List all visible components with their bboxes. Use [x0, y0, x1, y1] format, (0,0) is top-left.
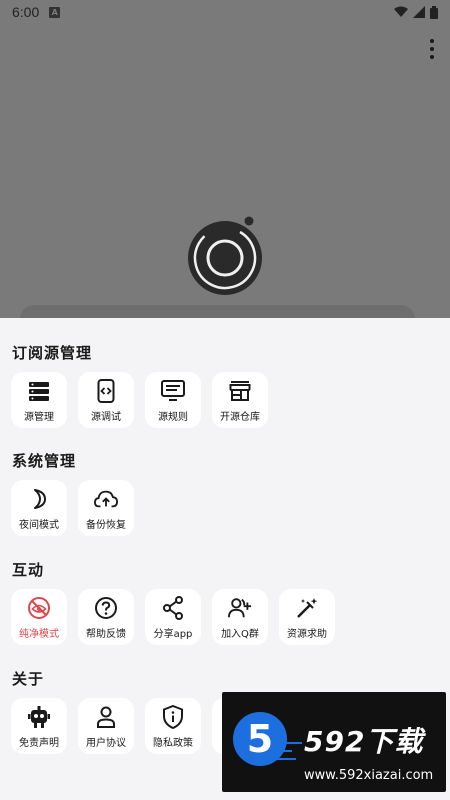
- help-feedback-button[interactable]: 帮助反馈: [78, 589, 134, 645]
- moon-icon: [27, 487, 51, 511]
- card-label: 夜间模式: [19, 520, 59, 531]
- status-time: 6:00: [12, 4, 40, 20]
- card-label: 纯净模式: [19, 629, 59, 640]
- open-source-repo-button[interactable]: 开源仓库: [212, 372, 268, 428]
- watermark-overlay: 5 592下载 www.592xiazai.com: [222, 692, 446, 792]
- night-mode-button[interactable]: 夜间模式: [11, 480, 67, 536]
- share-icon: [161, 596, 185, 620]
- section-title: 系统管理: [12, 452, 77, 470]
- overflow-menu-icon[interactable]: [426, 37, 438, 61]
- pure-mode-button[interactable]: 纯净模式: [11, 589, 67, 645]
- source-manage-button[interactable]: 源管理: [11, 372, 67, 428]
- card-label: 隐私政策: [153, 738, 193, 749]
- card-label: 源管理: [24, 412, 54, 423]
- watermark-brand: 592下载: [304, 725, 424, 758]
- card-label: 源规则: [158, 412, 188, 423]
- watermark-logo: 5: [233, 712, 287, 766]
- privacy-policy-button[interactable]: 隐私政策: [145, 698, 201, 754]
- wifi-icon: [394, 6, 408, 17]
- notification-a-icon: A: [49, 6, 61, 18]
- share-app-button[interactable]: 分享app: [145, 589, 201, 645]
- signal-icon: [413, 6, 425, 18]
- store-icon: [228, 379, 252, 403]
- monitor-rules-icon: [161, 379, 185, 403]
- card-label: 资源求助: [287, 629, 327, 640]
- disclaimer-button[interactable]: 免责声明: [11, 698, 67, 754]
- cloud-upload-icon: [94, 487, 118, 511]
- backup-restore-button[interactable]: 备份恢复: [78, 480, 134, 536]
- person-icon: [94, 705, 118, 729]
- add-user-icon: [228, 596, 252, 620]
- card-label: 帮助反馈: [86, 629, 126, 640]
- section-title: 订阅源管理: [12, 344, 93, 362]
- card-label: 用户协议: [86, 738, 126, 749]
- database-icon: [27, 379, 51, 403]
- card-label: 开源仓库: [220, 412, 260, 423]
- watermark-url: www.592xiazai.com: [304, 768, 434, 783]
- resource-request-button[interactable]: 资源求助: [279, 589, 335, 645]
- shield-info-icon: [161, 705, 185, 729]
- app-logo-icon: [188, 216, 262, 295]
- battery-icon: [430, 5, 438, 19]
- source-rules-button[interactable]: 源规则: [145, 372, 201, 428]
- user-agreement-button[interactable]: 用户协议: [78, 698, 134, 754]
- card-label: 分享app: [153, 629, 193, 640]
- section-title: 互动: [12, 561, 45, 579]
- eye-off-icon: [27, 596, 51, 620]
- help-circle-icon: [94, 596, 118, 620]
- card-label: 免责声明: [19, 738, 59, 749]
- status-bar: 6:00 A: [0, 0, 450, 24]
- section-title: 关于: [12, 670, 45, 688]
- card-label: 备份恢复: [86, 520, 126, 531]
- source-debug-button[interactable]: 源调试: [78, 372, 134, 428]
- join-qq-group-button[interactable]: 加入Q群: [212, 589, 268, 645]
- debug-code-icon: [94, 379, 118, 403]
- robot-icon: [27, 705, 51, 729]
- card-label: 加入Q群: [221, 629, 259, 640]
- magic-wand-icon: [295, 596, 319, 620]
- watermark-digit: 5: [246, 717, 274, 761]
- card-label: 源调试: [91, 412, 121, 423]
